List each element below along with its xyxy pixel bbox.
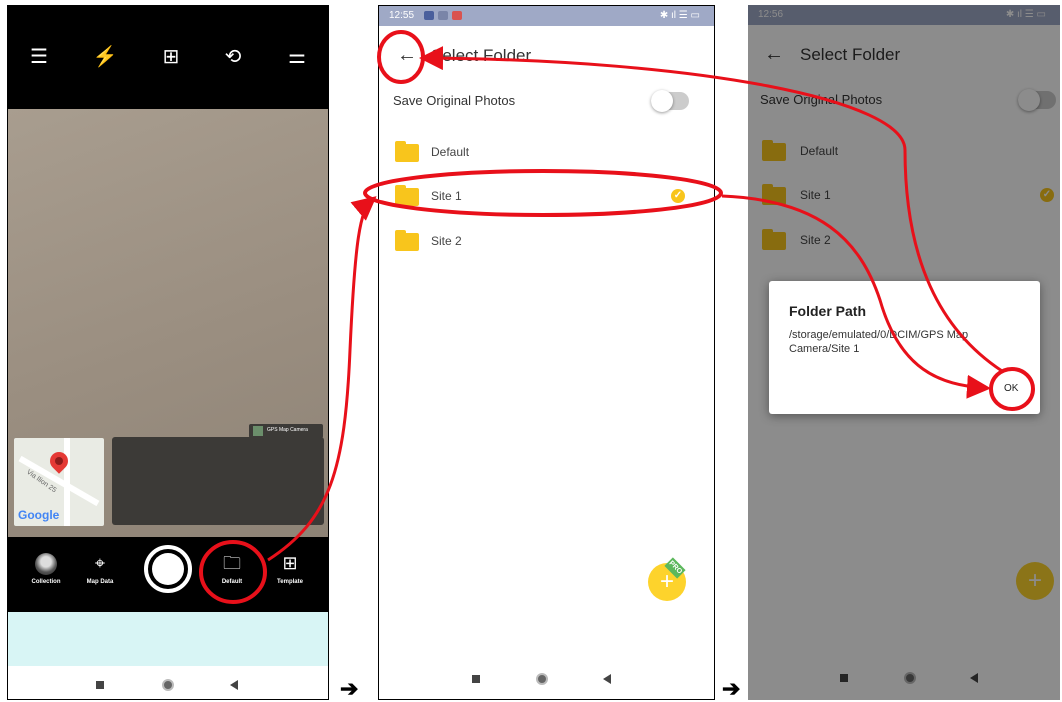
map-thumbnail[interactable]: Via Ilion 25 Google [14,438,104,526]
signal-wifi-battery-icon: ✱ ıl ☰ ▭ [659,10,700,21]
recents-icon[interactable] [96,681,104,689]
shutter-button[interactable] [144,545,192,593]
save-original-toggle[interactable] [651,90,689,112]
map-pin-icon: ⌖ [94,553,106,573]
status-bar: 12:55 ✱ ıl ☰ ▭ [379,6,714,26]
back-nav-icon[interactable] [230,680,238,690]
folder-path-dialog: Folder Path /storage/emulated/0/DCIM/GPS… [769,281,1040,414]
collection-thumbnail [35,553,57,575]
camera-screen: ☰ ⚡ ⊞ ⟲ ⚌ Via Ilion 25 Google GPS Map Ca… [7,5,329,700]
folder-path-text: /storage/emulated/0/DCIM/GPS Map Camera/… [789,329,969,355]
folder-item-site-1[interactable]: Site 1 ✓ [379,178,714,214]
folder-path-screen: 12:56 ✱ ıl ☰ ▭ ← Select Folder Save Orig… [748,5,1060,700]
template-label: Template [277,579,303,585]
collection-label: Collection [31,579,61,585]
menu-icon[interactable]: ☰ [26,44,52,70]
camera-toolbar: ☰ ⚡ ⊞ ⟲ ⚌ [8,6,328,109]
default-folder-button[interactable]: 🗀 Default [202,551,262,585]
selected-check-icon: ✓ [671,189,685,203]
home-icon[interactable] [536,673,548,685]
notification-icon [452,11,462,20]
back-nav-icon[interactable] [603,674,611,684]
folder-label: Default [431,145,470,159]
location-data-box [112,437,324,525]
folder-icon [395,185,419,206]
system-nav-bar [8,666,328,699]
collection-button[interactable]: Collection [16,553,76,585]
add-photo-icon[interactable]: ⊞ [158,44,184,70]
dialog-title: Folder Path [789,303,867,319]
banner-area [8,612,328,666]
ok-button[interactable]: OK [1004,383,1018,394]
settings-sliders-icon[interactable]: ⚌ [284,44,310,70]
map-data-button[interactable]: ⌖ Map Data [70,551,130,585]
page-title: Select Folder [431,46,532,65]
notification-icon [438,11,448,20]
map-data-label: Map Data [86,579,114,585]
system-nav-bar [379,659,714,699]
folder-label: Site 2 [431,234,462,248]
folder-icon: 🗀 [223,553,241,573]
save-original-label: Save Original Photos [393,93,516,108]
notification-icon [424,11,434,20]
home-icon[interactable] [162,679,174,691]
switch-camera-icon[interactable]: ⟲ [220,44,246,70]
default-label: Default [221,579,243,585]
folder-item-default[interactable]: Default [379,134,714,170]
folder-label: Site 1 [431,189,462,203]
folder-icon [395,230,419,251]
select-folder-screen: 12:55 ✱ ıl ☰ ▭ ← Select Folder Save Orig… [378,5,715,700]
grid-icon: ⊞ [282,553,298,573]
folder-icon [395,141,419,162]
folder-item-site-2[interactable]: Site 2 [379,223,714,259]
gps-map-camera-badge: GPS Map Camera [249,424,323,438]
template-button[interactable]: ⊞ Template [260,551,320,585]
google-logo: Google [18,508,60,522]
step-arrow-icon: ➔ [722,676,741,701]
status-time: 12:55 [389,10,415,21]
step-arrow-icon: ➔ [340,676,359,701]
recents-icon[interactable] [472,675,480,683]
flash-icon[interactable]: ⚡ [92,44,118,70]
camera-bottom-bar: Collection ⌖ Map Data 🗀 Default ⊞ Templa… [8,537,328,612]
back-arrow-icon[interactable]: ← [397,44,417,67]
